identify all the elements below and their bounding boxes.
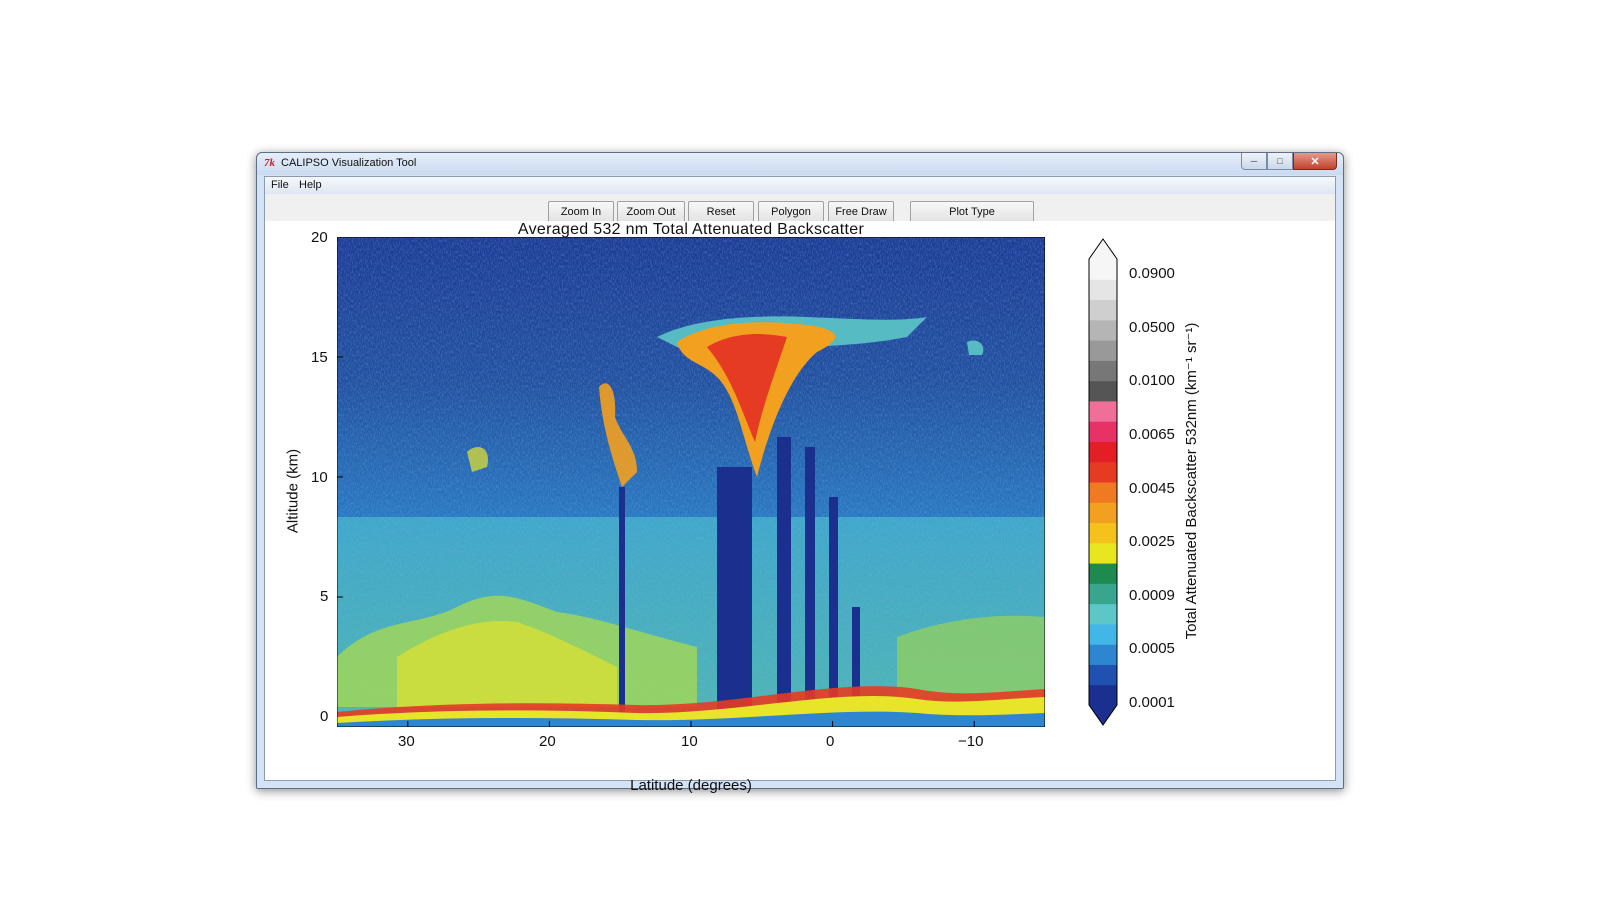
window-title: CALIPSO Visualization Tool bbox=[281, 157, 417, 169]
menu-file[interactable]: File bbox=[271, 179, 289, 191]
colorbar-segment bbox=[1089, 340, 1117, 361]
y-tick-label: 5 bbox=[320, 588, 329, 605]
colorbar-segment bbox=[1089, 259, 1117, 280]
colorbar-tick: 0.0900 bbox=[1129, 265, 1175, 282]
maximize-icon: □ bbox=[1277, 156, 1283, 166]
colorbar-max-extend bbox=[1089, 239, 1117, 259]
colorbar bbox=[1088, 238, 1118, 726]
client-area: File Help Zoom In Zoom Out Reset Polygon… bbox=[264, 176, 1336, 794]
close-icon: ✕ bbox=[1310, 155, 1320, 168]
app-window: 7k CALIPSO Visualization Tool ─ □ ✕ File… bbox=[256, 152, 1344, 794]
colorbar-tick: 0.0005 bbox=[1129, 640, 1175, 657]
plot-canvas[interactable]: Averaged 532 nm Total Attenuated Backsca… bbox=[265, 221, 1335, 794]
y-tick-label: 20 bbox=[311, 229, 328, 246]
colorbar-segment bbox=[1089, 461, 1117, 483]
colorbar-tick: 0.0100 bbox=[1129, 372, 1175, 389]
x-tick-label: 10 bbox=[681, 733, 698, 750]
colorbar-tick: 0.0025 bbox=[1129, 533, 1175, 550]
colorbar-segment bbox=[1089, 664, 1117, 686]
close-button[interactable]: ✕ bbox=[1293, 153, 1337, 170]
polygon-button[interactable]: Polygon bbox=[758, 201, 824, 223]
colorbar-segment bbox=[1089, 421, 1117, 442]
x-tick-label: 0 bbox=[826, 733, 835, 750]
plot-type-button[interactable]: Plot Type bbox=[910, 201, 1034, 223]
zoom-in-button[interactable]: Zoom In bbox=[548, 201, 614, 223]
colorbar-segment bbox=[1089, 583, 1117, 605]
colorbar-segment bbox=[1089, 603, 1117, 625]
colorbar-segment bbox=[1089, 279, 1117, 301]
colorbar-segment bbox=[1089, 644, 1117, 665]
reset-button[interactable]: Reset bbox=[688, 201, 754, 223]
colorbar-min-extend bbox=[1089, 705, 1117, 725]
minimize-button[interactable]: ─ bbox=[1241, 153, 1267, 170]
attenuated-column bbox=[717, 467, 752, 727]
colorbar-segment bbox=[1089, 502, 1117, 524]
colorbar-tick: 0.0045 bbox=[1129, 480, 1175, 497]
maximize-button[interactable]: □ bbox=[1267, 153, 1293, 170]
colorbar-tick: 0.0500 bbox=[1129, 319, 1175, 336]
attenuated-column bbox=[805, 447, 815, 727]
toolbar: Zoom In Zoom Out Reset Polygon Free Draw… bbox=[265, 194, 1335, 223]
y-tick-label: 10 bbox=[311, 469, 328, 486]
colorbar-segment bbox=[1089, 380, 1117, 402]
tk-feather-icon: 7k bbox=[264, 157, 275, 169]
colorbar-segment bbox=[1089, 522, 1117, 544]
minimize-icon: ─ bbox=[1250, 156, 1258, 166]
attenuated-column bbox=[777, 437, 791, 727]
colorbar-segment bbox=[1089, 360, 1117, 382]
colorbar-tick: 0.0001 bbox=[1129, 694, 1175, 711]
free-draw-button[interactable]: Free Draw bbox=[828, 201, 894, 223]
y-tick-label: 15 bbox=[311, 349, 328, 366]
colorbar-segment bbox=[1089, 441, 1117, 463]
colorbar-segment bbox=[1089, 623, 1117, 645]
colorbar-segment bbox=[1089, 684, 1117, 706]
backscatter-heatmap bbox=[337, 237, 1045, 727]
y-tick-label: 0 bbox=[320, 708, 329, 725]
colorbar-segment bbox=[1089, 563, 1117, 584]
attenuated-column bbox=[619, 487, 625, 727]
title-bar[interactable]: 7k CALIPSO Visualization Tool ─ □ ✕ bbox=[257, 153, 1343, 175]
colorbar-segment bbox=[1089, 299, 1117, 321]
x-axis-label: Latitude (degrees) bbox=[630, 777, 752, 794]
colorbar-segment bbox=[1089, 400, 1117, 422]
menu-bar: File Help bbox=[265, 177, 1335, 195]
x-tick-label: 30 bbox=[398, 733, 415, 750]
colorbar-tick: 0.0009 bbox=[1129, 587, 1175, 604]
x-tick-label: 20 bbox=[539, 733, 556, 750]
zoom-out-button[interactable]: Zoom Out bbox=[617, 201, 685, 223]
colorbar-segment bbox=[1089, 542, 1117, 564]
colorbar-tick: 0.0065 bbox=[1129, 426, 1175, 443]
colorbar-segment bbox=[1089, 319, 1117, 341]
x-tick-label: −10 bbox=[958, 733, 984, 750]
colorbar-segment bbox=[1089, 482, 1117, 503]
menu-help[interactable]: Help bbox=[299, 179, 322, 191]
